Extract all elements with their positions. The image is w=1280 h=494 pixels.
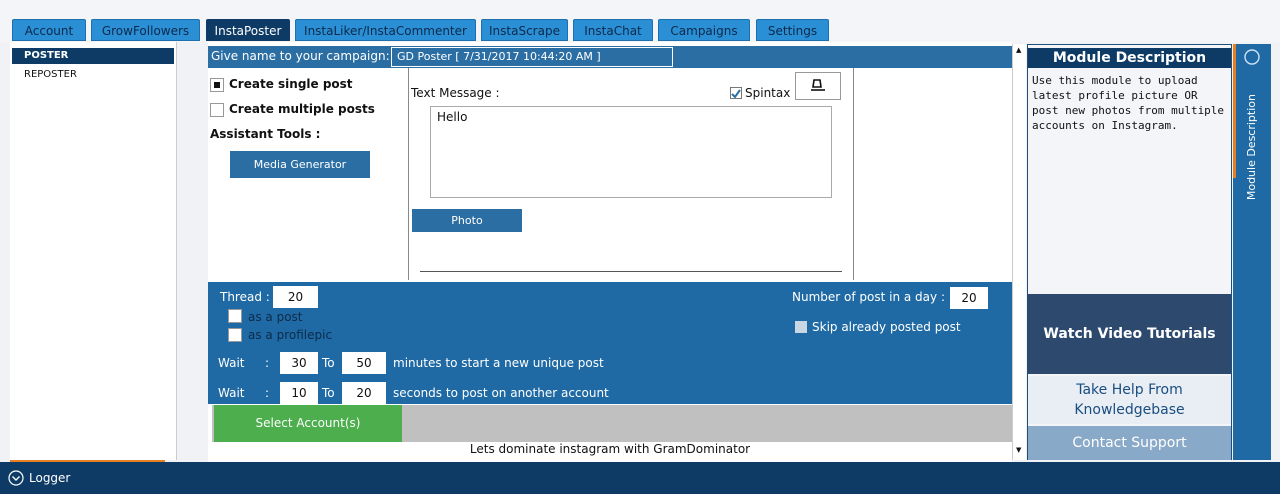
wait2-label: Wait xyxy=(218,386,245,400)
left-menu: POSTER REPOSTER xyxy=(10,42,177,460)
footer-message: Lets dominate instagram with GramDominat… xyxy=(208,442,1012,460)
scroll-down-icon[interactable]: ▼ xyxy=(1016,446,1021,454)
module-description-panel: Module Description Use this module to up… xyxy=(1027,44,1232,460)
posts-per-day-label: Number of post in a day : xyxy=(792,290,945,304)
logger-bar[interactable]: Logger xyxy=(0,462,1280,494)
wait2-to-label: To xyxy=(322,386,335,400)
module-description-sidebar[interactable]: Module Description xyxy=(1233,44,1271,460)
text-message-input[interactable]: Hello xyxy=(430,106,832,198)
spintax-checkbox[interactable] xyxy=(730,87,742,99)
main-scrollbar[interactable]: ▲ ▼ xyxy=(1012,44,1026,460)
scroll-up-icon[interactable]: ▲ xyxy=(1016,46,1021,54)
media-generator-button[interactable]: Media Generator xyxy=(230,151,370,178)
tab-instascrape[interactable]: InstaScrape xyxy=(481,19,568,41)
wait1-to-input[interactable]: 50 xyxy=(342,352,386,374)
module-description-text: Use this module to upload latest profile… xyxy=(1032,74,1225,132)
logger-label: Logger xyxy=(29,471,71,485)
skip-posted-checkbox[interactable] xyxy=(795,321,807,333)
tab-growfollowers[interactable]: GrowFollowers xyxy=(91,19,200,41)
spintax-icon-button[interactable] xyxy=(795,72,841,100)
single-post-radio[interactable] xyxy=(210,78,224,92)
spintax-label: Spintax xyxy=(745,86,791,100)
thread-label: Thread : xyxy=(220,290,270,304)
thread-panel: Thread : 20 as a post as a profilepic Nu… xyxy=(208,282,1012,404)
multiple-posts-label: Create multiple posts xyxy=(229,102,375,116)
photo-button[interactable]: Photo xyxy=(412,209,522,232)
single-post-label: Create single post xyxy=(229,77,353,91)
tab-bar: Account GrowFollowers InstaPoster InstaL… xyxy=(0,0,1280,42)
watch-video-button[interactable]: Watch Video Tutorials xyxy=(1028,294,1231,374)
tab-instaliker[interactable]: InstaLiker/InstaCommenter xyxy=(295,19,476,41)
select-accounts-button[interactable]: Select Account(s) xyxy=(214,405,402,442)
menu-item-reposter[interactable]: REPOSTER xyxy=(12,67,174,83)
as-profilepic-label: as a profilepic xyxy=(248,328,333,342)
circle-icon[interactable] xyxy=(1243,48,1261,66)
tab-campaigns[interactable]: Campaigns xyxy=(658,19,750,41)
thread-input[interactable]: 20 xyxy=(273,286,318,308)
as-profilepic-checkbox[interactable] xyxy=(228,328,242,342)
tab-instachat[interactable]: InstaChat xyxy=(573,19,653,41)
sidebar-accent xyxy=(1233,44,1236,178)
wait1-from-input[interactable]: 30 xyxy=(280,352,318,374)
wait1-suffix: minutes to start a new unique post xyxy=(393,356,604,370)
wait1-colon: : xyxy=(265,356,270,370)
knowledgebase-button[interactable]: Take Help From Knowledgebase xyxy=(1028,376,1231,424)
chevron-down-icon[interactable] xyxy=(8,470,24,486)
wait1-to-label: To xyxy=(322,356,335,370)
wait2-suffix: seconds to post on another account xyxy=(393,386,609,400)
assistant-tools-label: Assistant Tools : xyxy=(210,127,321,141)
module-description-vertical-label: Module Description xyxy=(1245,94,1258,201)
module-description-title: Module Description xyxy=(1028,48,1231,68)
as-post-checkbox[interactable] xyxy=(228,309,242,323)
wait2-to-input[interactable]: 20 xyxy=(342,382,386,404)
campaign-name-label: Give name to your campaign: xyxy=(211,49,390,63)
text-message-label: Text Message : xyxy=(411,86,500,100)
panel-divider xyxy=(420,271,842,272)
as-post-label: as a post xyxy=(248,310,303,324)
contact-support-button[interactable]: Contact Support xyxy=(1028,426,1231,460)
campaign-name-row: Give name to your campaign: GD Poster [ … xyxy=(208,46,1012,68)
bell-icon xyxy=(811,79,825,91)
campaign-name-input[interactable]: GD Poster [ 7/31/2017 10:44:20 AM ] xyxy=(391,47,673,67)
wait2-colon: : xyxy=(265,386,270,400)
wait2-from-input[interactable]: 10 xyxy=(280,382,318,404)
tab-settings[interactable]: Settings xyxy=(756,19,829,41)
tab-account[interactable]: Account xyxy=(12,19,86,41)
skip-posted-label: Skip already posted post xyxy=(812,320,961,334)
wait1-label: Wait xyxy=(218,356,245,370)
tab-instaposter[interactable]: InstaPoster xyxy=(206,19,290,41)
multiple-posts-radio[interactable] xyxy=(210,103,224,117)
menu-item-poster[interactable]: POSTER xyxy=(12,48,174,64)
posts-per-day-input[interactable]: 20 xyxy=(950,287,988,309)
